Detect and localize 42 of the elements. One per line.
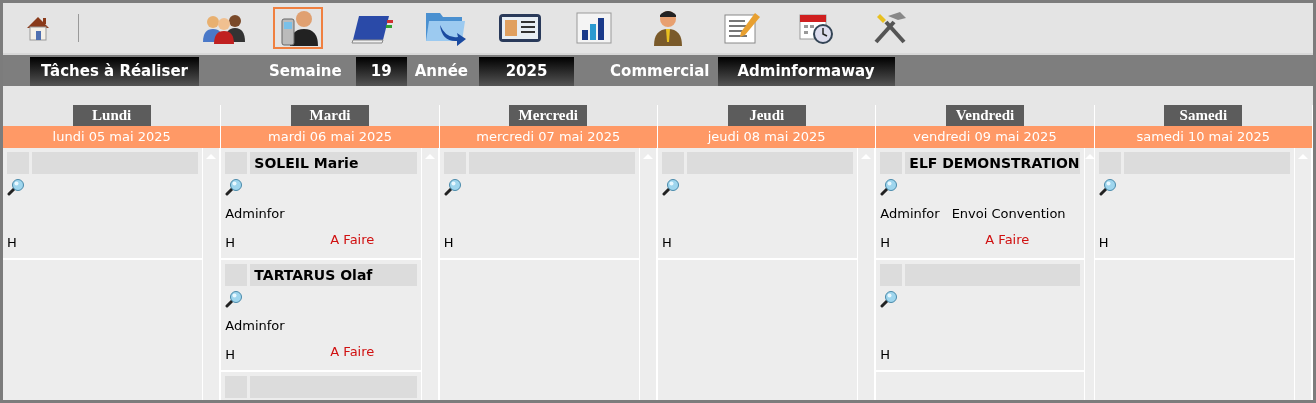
salesperson-field[interactable]: Adminformaway [717, 57, 895, 86]
search-icon[interactable] [7, 178, 25, 196]
task-hour: H [225, 233, 237, 250]
search-icon[interactable] [880, 178, 899, 196]
task-hour: H [880, 345, 892, 362]
task-status: A Faire [330, 231, 375, 247]
date-header: lundi 05 mai 2025 [3, 126, 221, 148]
task-status: A Faire [330, 343, 375, 359]
search-icon[interactable] [443, 178, 462, 196]
search-icon[interactable] [225, 290, 244, 308]
date-header: mardi 06 mai 2025 [221, 126, 439, 148]
date-header: mercredi 07 mai 2025 [439, 126, 657, 148]
task-user: Adminfor [880, 205, 940, 221]
task-hour: H [662, 233, 673, 250]
search-icon[interactable] [880, 290, 899, 308]
year-label: Année [413, 61, 470, 82]
task-status: A Faire [985, 231, 1030, 247]
task-user: Adminfor [225, 205, 285, 221]
week-label: Semaine [268, 61, 343, 82]
task-hour: H [880, 233, 892, 250]
task-name: ELF DEMONSTRATION [905, 152, 1080, 174]
week-field[interactable]: 19 [355, 57, 407, 86]
scrollbar[interactable] [202, 148, 221, 400]
task-name: TARTARUS Olaf [250, 264, 417, 286]
task-name: SOLEIL Marie [250, 152, 417, 174]
search-icon[interactable] [225, 178, 244, 196]
task-hour: H [225, 345, 237, 362]
task-hour: H [443, 233, 455, 250]
date-header: samedi 10 mai 2025 [1094, 126, 1312, 148]
task-subject: Envoi Convention [951, 205, 1066, 221]
task-hour: H [7, 233, 18, 250]
salesperson-label: Commercial [609, 61, 711, 82]
task-hour: H [1098, 233, 1110, 250]
task-user: Adminfor [225, 317, 285, 333]
date-header: jeudi 08 mai 2025 [658, 126, 876, 148]
year-field[interactable]: 2025 [479, 57, 575, 86]
date-header: vendredi 09 mai 2025 [876, 126, 1094, 148]
search-icon[interactable] [662, 178, 680, 196]
scrollbar[interactable] [857, 148, 876, 400]
search-icon[interactable] [1098, 178, 1117, 196]
page-title: Tâches à Réaliser [30, 57, 199, 86]
phone-person-button[interactable] [273, 7, 323, 49]
